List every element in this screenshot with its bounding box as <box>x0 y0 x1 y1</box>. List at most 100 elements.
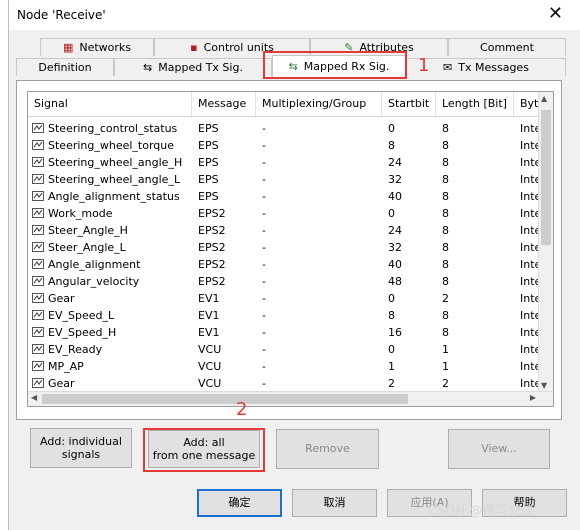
table-row[interactable]: Steering_wheel_angle_L EPS - 32 8 Inte <box>28 171 539 188</box>
cell-mux: - <box>262 139 266 152</box>
table-row[interactable]: EV_Speed_H EV1 - 16 8 Inte <box>28 324 539 341</box>
cell-signal: Angle_alignment <box>48 258 141 271</box>
vertical-scroll-thumb[interactable] <box>541 110 551 245</box>
col-signal[interactable]: Signal <box>28 92 192 116</box>
cell-signal: Steer_Angle_H <box>48 224 128 237</box>
table-row[interactable]: Angular_velocity EPS2 - 48 8 Inte <box>28 273 539 290</box>
cell-mux: - <box>262 224 266 237</box>
cell-mux: - <box>262 207 266 220</box>
table-row[interactable]: Steering_control_status EPS - 0 8 Inte <box>28 120 539 137</box>
cancel-button[interactable]: 取消 <box>292 489 377 517</box>
networks-icon: ▦ <box>62 41 74 54</box>
remove-button[interactable]: Remove <box>276 429 379 469</box>
col-startbit[interactable]: Startbit <box>382 92 436 116</box>
table-row[interactable]: Gear EV1 - 0 2 Inte <box>28 290 539 307</box>
tab-definition[interactable]: Definition <box>16 58 114 76</box>
cell-mux: - <box>262 241 266 254</box>
cell-mux: - <box>262 326 266 339</box>
cell-mux: - <box>262 343 266 356</box>
cell-startbit: 24 <box>388 156 402 169</box>
tab-tx-messages[interactable]: ✉ Tx Messages <box>406 58 566 76</box>
cell-byte: Inte <box>520 377 539 390</box>
cell-signal: Gear <box>48 377 75 390</box>
annotation-number-2: 2 <box>236 399 248 420</box>
tab-mapped-tx[interactable]: ⇆ Mapped Tx Sig. <box>114 58 272 76</box>
cell-signal: Gear <box>48 292 75 305</box>
cell-startbit: 16 <box>388 326 402 339</box>
col-byte-order[interactable]: Byt <box>514 92 539 116</box>
scroll-right-icon[interactable]: ▶ <box>530 393 536 402</box>
vertical-scrollbar[interactable]: ▲ ▼ <box>538 92 553 392</box>
cell-message: EPS2 <box>198 275 226 288</box>
table-row[interactable]: MP_AP VCU - 1 1 Inte <box>28 358 539 375</box>
cell-length: 8 <box>442 224 449 237</box>
horizontal-scrollbar[interactable]: ◀ ▶ <box>28 391 553 406</box>
close-icon[interactable]: ✕ <box>548 4 563 24</box>
table-row[interactable]: Steering_wheel_torque EPS - 8 8 Inte <box>28 137 539 154</box>
cell-byte: Inte <box>520 326 539 339</box>
cell-message: VCU <box>198 360 222 373</box>
cell-signal: Work_mode <box>48 207 113 220</box>
cell-length: 8 <box>442 258 449 271</box>
cell-length: 8 <box>442 122 449 135</box>
cell-mux: - <box>262 275 266 288</box>
cell-byte: Inte <box>520 156 539 169</box>
col-multiplexing[interactable]: Multiplexing/Group <box>256 92 382 116</box>
col-length[interactable]: Length [Bit] <box>436 92 514 116</box>
cell-byte: Inte <box>520 343 539 356</box>
tab-comment[interactable]: Comment <box>448 38 566 56</box>
horizontal-scroll-thumb[interactable] <box>42 394 408 404</box>
cell-length: 8 <box>442 309 449 322</box>
cell-signal: Steering_wheel_torque <box>48 139 175 152</box>
cell-byte: Inte <box>520 173 539 186</box>
cell-message: EPS <box>198 122 219 135</box>
table-row[interactable]: Steer_Angle_H EPS2 - 24 8 Inte <box>28 222 539 239</box>
table-row[interactable]: EV_Speed_L EV1 - 8 8 Inte <box>28 307 539 324</box>
add-individual-signals-button[interactable]: Add: individual signals <box>30 428 132 468</box>
cell-signal: EV_Speed_L <box>48 309 115 322</box>
cell-length: 1 <box>442 343 449 356</box>
cell-startbit: 32 <box>388 241 402 254</box>
cell-signal: MP_AP <box>48 360 84 373</box>
cell-length: 8 <box>442 173 449 186</box>
cell-startbit: 0 <box>388 122 395 135</box>
table-row[interactable]: Steering_wheel_angle_H EPS - 24 8 Inte <box>28 154 539 171</box>
cell-mux: - <box>262 190 266 203</box>
annotation-box-add-all <box>143 428 265 472</box>
cell-byte: Inte <box>520 360 539 373</box>
scroll-down-icon[interactable]: ▼ <box>541 381 547 390</box>
scroll-left-icon[interactable]: ◀ <box>31 393 37 402</box>
view-button[interactable]: View... <box>448 429 550 469</box>
cell-mux: - <box>262 258 266 271</box>
cell-message: EPS2 <box>198 207 226 220</box>
cell-message: EPS <box>198 156 219 169</box>
cell-startbit: 24 <box>388 224 402 237</box>
title-bar: Node 'Receive' ✕ <box>9 0 580 30</box>
ok-button[interactable]: 确定 <box>197 489 282 517</box>
cell-signal: Steering_control_status <box>48 122 178 135</box>
tab-networks[interactable]: ▦ Networks <box>40 38 154 56</box>
table-row[interactable]: Work_mode EPS2 - 0 8 Inte <box>28 205 539 222</box>
cell-signal: Steering_wheel_angle_H <box>48 156 183 169</box>
cell-signal: Angle_alignment_status <box>48 190 180 203</box>
tab-definition-label: Definition <box>38 61 92 74</box>
cell-length: 8 <box>442 275 449 288</box>
cell-length: 8 <box>442 326 449 339</box>
cell-startbit: 8 <box>388 309 395 322</box>
table-row[interactable]: Gear VCU - 2 2 Inte <box>28 375 539 392</box>
cell-message: EV1 <box>198 292 220 305</box>
cell-message: EPS <box>198 190 219 203</box>
cell-signal: EV_Speed_H <box>48 326 117 339</box>
table-row[interactable]: Angle_alignment EPS2 - 40 8 Inte <box>28 256 539 273</box>
cell-length: 8 <box>442 156 449 169</box>
cell-message: EPS2 <box>198 258 226 271</box>
scroll-up-icon[interactable]: ▲ <box>541 94 547 103</box>
cell-mux: - <box>262 292 266 305</box>
table-row[interactable]: Angle_alignment_status EPS - 40 8 Inte <box>28 188 539 205</box>
cell-length: 8 <box>442 190 449 203</box>
cell-length: 1 <box>442 360 449 373</box>
table-row[interactable]: Steer_Angle_L EPS2 - 32 8 Inte <box>28 239 539 256</box>
col-message[interactable]: Message <box>192 92 256 116</box>
table-row[interactable]: EV_Ready VCU - 0 1 Inte <box>28 341 539 358</box>
cell-signal: EV_Ready <box>48 343 103 356</box>
